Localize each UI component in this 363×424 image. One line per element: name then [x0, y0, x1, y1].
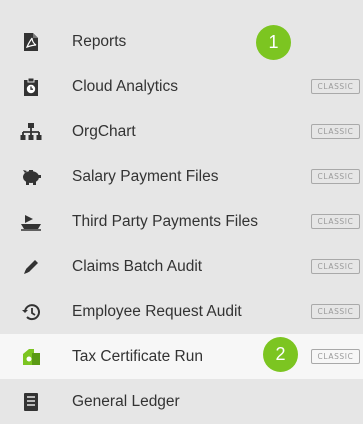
classic-badge: CLASSIC [311, 79, 360, 94]
menu-item-label: Claims Batch Audit [72, 258, 203, 275]
classic-badge: CLASSIC [311, 259, 360, 274]
menu-item-label: Employee Request Audit [72, 303, 242, 320]
pdf-file-icon [20, 31, 42, 53]
menu-item-claims-batch-audit[interactable]: Claims Batch Audit CLASSIC [0, 244, 363, 289]
classic-badge: CLASSIC [311, 169, 360, 184]
menu-item-label: Salary Payment Files [72, 168, 219, 185]
menu-item-reports[interactable]: Reports [0, 19, 363, 64]
menu-item-tax-certificate-run[interactable]: Tax Certificate Run CLASSIC [0, 334, 363, 379]
step-marker-1: 1 [256, 25, 291, 60]
menu-item-label: General Ledger [72, 393, 180, 410]
classic-badge: CLASSIC [311, 349, 360, 364]
menu-item-salary-payment-files[interactable]: Salary Payment Files CLASSIC [0, 154, 363, 199]
history-icon [20, 301, 42, 323]
sidebar-menu: Reports Cloud Analytics CLASSIC OrgChart… [0, 0, 363, 417]
menu-item-label: Reports [72, 33, 127, 50]
ship-icon [20, 211, 42, 233]
piggy-bank-icon [20, 166, 42, 188]
org-chart-icon [20, 121, 42, 143]
menu-item-cloud-analytics[interactable]: Cloud Analytics CLASSIC [0, 64, 363, 109]
menu-item-general-ledger[interactable]: General Ledger [0, 379, 363, 424]
certificate-icon [20, 346, 42, 368]
classic-badge: CLASSIC [311, 304, 360, 319]
menu-item-label: Third Party Payments Files [72, 213, 259, 230]
classic-badge: CLASSIC [311, 124, 360, 139]
classic-badge: CLASSIC [311, 214, 360, 229]
menu-item-label: Cloud Analytics [72, 78, 178, 95]
menu-item-employee-request-audit[interactable]: Employee Request Audit CLASSIC [0, 289, 363, 334]
menu-item-label: Tax Certificate Run [72, 348, 203, 365]
pencil-icon [20, 256, 42, 278]
menu-item-third-party-payments-files[interactable]: Third Party Payments Files CLASSIC [0, 199, 363, 244]
menu-item-label: OrgChart [72, 123, 136, 140]
menu-item-orgchart[interactable]: OrgChart CLASSIC [0, 109, 363, 154]
ledger-icon [20, 391, 42, 413]
step-marker-2: 2 [263, 337, 298, 372]
clipboard-clock-icon [20, 76, 42, 98]
